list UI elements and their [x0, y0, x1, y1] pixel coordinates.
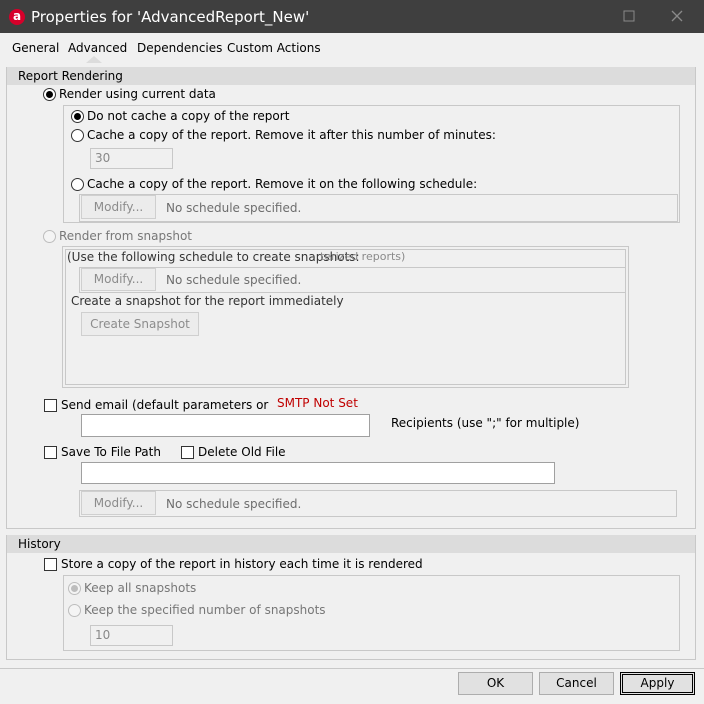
title-bar: a Properties for 'AdvancedReport_New': [0, 0, 704, 33]
app-logo-icon: a: [9, 9, 25, 25]
save-file-checkbox[interactable]: [44, 446, 57, 459]
render-snapshot-label: Render from snapshot: [59, 229, 193, 243]
save-file-modify-button[interactable]: Modify...: [81, 491, 156, 515]
cache-schedule-label: Cache a copy of the report. Remove it on…: [87, 177, 478, 191]
create-snapshot-button[interactable]: Create Snapshot: [81, 312, 199, 336]
recipients-label: Recipients (use ";" for multiple): [391, 416, 580, 430]
save-file-schedule-status: No schedule specified.: [166, 497, 302, 511]
tab-general[interactable]: General: [12, 41, 59, 55]
keep-number-input[interactable]: 10: [90, 625, 173, 646]
snapshot-schedule-label: (Use the following schedule to create sn…: [67, 250, 360, 264]
ok-button[interactable]: OK: [458, 672, 533, 695]
keep-number-radio[interactable]: [68, 604, 81, 617]
selected-tab-indicator: [86, 56, 102, 63]
keep-number-label: Keep the specified number of snapshots: [84, 603, 326, 617]
store-history-checkbox[interactable]: [44, 558, 57, 571]
tab-advanced[interactable]: Advanced: [68, 41, 127, 55]
snapshot-schedule-frame: [79, 267, 626, 293]
render-snapshot-radio[interactable]: [43, 230, 56, 243]
report-rendering-header: Report Rendering: [7, 67, 695, 85]
send-email-label: Send email (default parameters or: [61, 398, 269, 412]
delete-old-file-label: Delete Old File: [198, 445, 286, 459]
delete-old-file-checkbox[interactable]: [181, 446, 194, 459]
snapshot-schedule-status: No schedule specified.: [166, 273, 302, 287]
close-icon[interactable]: [670, 10, 684, 24]
tab-dependencies[interactable]: Dependencies: [137, 41, 222, 55]
history-header: History: [7, 535, 695, 553]
recipients-input[interactable]: [81, 414, 370, 437]
keep-all-radio[interactable]: [68, 582, 81, 595]
render-current-label: Render using current data: [59, 87, 216, 101]
window-title: Properties for 'AdvancedReport_New': [31, 8, 310, 26]
maximize-icon[interactable]: [622, 10, 636, 24]
create-snapshot-now-label: Create a snapshot for the report immedia…: [71, 294, 344, 308]
tab-custom-actions[interactable]: Custom Actions: [227, 41, 321, 55]
cache-schedule-status: No schedule specified.: [166, 201, 302, 215]
apply-button[interactable]: Apply: [620, 672, 695, 695]
send-email-checkbox[interactable]: [44, 399, 57, 412]
snapshot-overlap-text: terized reports): [320, 250, 406, 263]
cache-schedule-modify-button[interactable]: Modify...: [81, 195, 156, 219]
file-path-input[interactable]: [81, 462, 555, 484]
footer-divider: [0, 668, 704, 669]
cache-minutes-input[interactable]: 30: [90, 148, 173, 169]
cache-minutes-label: Cache a copy of the report. Remove it af…: [87, 128, 496, 142]
smtp-status: SMTP Not Set: [277, 396, 358, 410]
cancel-button[interactable]: Cancel: [539, 672, 614, 695]
tab-bar: General Advanced Dependencies Custom Act…: [0, 33, 704, 63]
cache-schedule-radio[interactable]: [71, 178, 84, 191]
render-current-radio[interactable]: [43, 88, 56, 101]
snapshot-modify-button[interactable]: Modify...: [81, 268, 156, 291]
no-cache-radio[interactable]: [71, 110, 84, 123]
save-file-label: Save To File Path: [61, 445, 161, 459]
store-history-label: Store a copy of the report in history ea…: [61, 557, 423, 571]
keep-all-label: Keep all snapshots: [84, 581, 197, 595]
no-cache-label: Do not cache a copy of the report: [87, 109, 290, 123]
cache-minutes-radio[interactable]: [71, 129, 84, 142]
